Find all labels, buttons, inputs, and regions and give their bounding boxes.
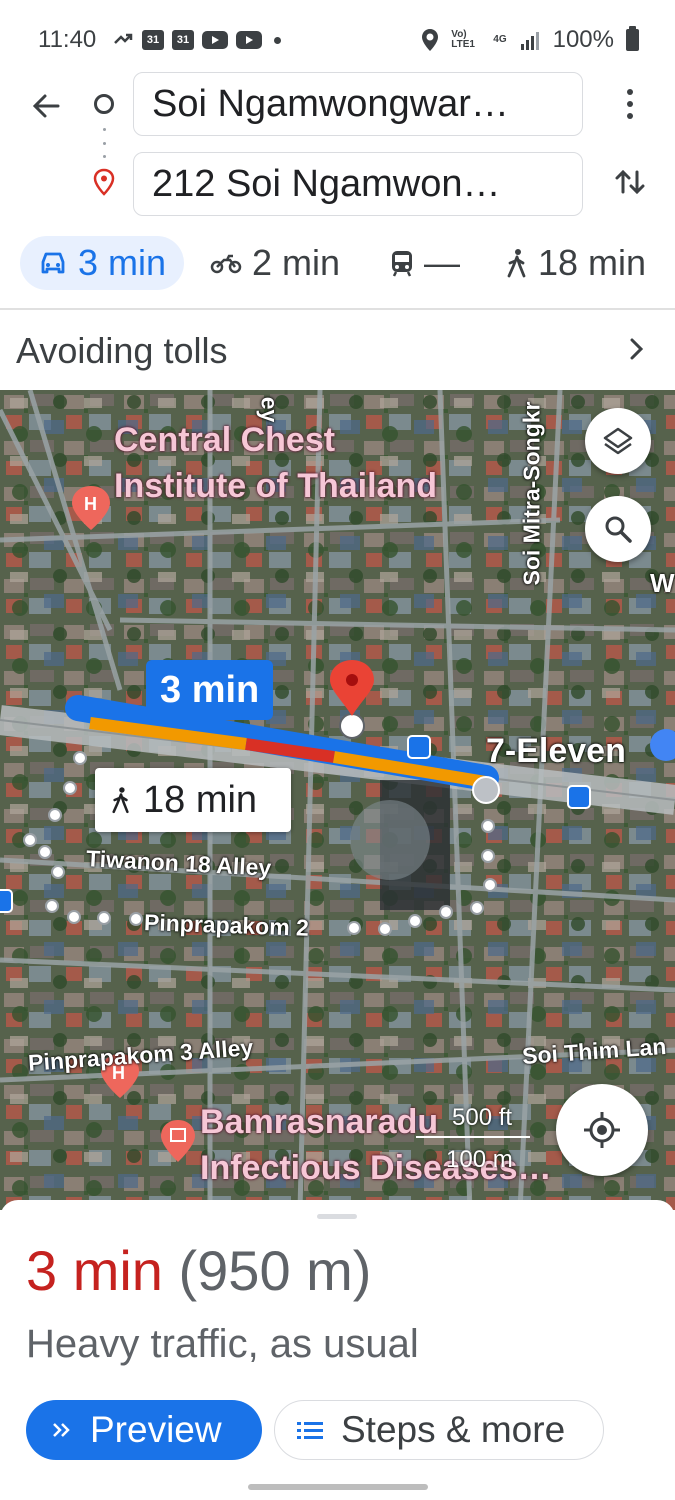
eta-summary: 3 min (950 m) bbox=[26, 1238, 371, 1303]
svg-text:H: H bbox=[84, 494, 97, 514]
tab-drive[interactable]: 3 min bbox=[20, 236, 185, 290]
preview-button[interactable]: Preview bbox=[26, 1400, 262, 1460]
eta-distance: (950 m) bbox=[178, 1239, 372, 1302]
layers-button[interactable] bbox=[585, 408, 651, 474]
location-icon bbox=[422, 29, 439, 51]
swap-button[interactable] bbox=[608, 160, 652, 204]
signal-icon bbox=[520, 32, 539, 50]
gesture-nav-bar[interactable] bbox=[248, 1484, 428, 1490]
layers-icon bbox=[603, 427, 633, 455]
poi-central-chest-line2[interactable]: Institute of Thailand bbox=[114, 464, 437, 508]
car-icon bbox=[41, 252, 65, 274]
map-view[interactable]: H H Central Chest Institute of Thailand … bbox=[0, 390, 675, 1210]
volte-indicator: Vo) LTE1 bbox=[451, 29, 475, 50]
status-time: 11:40 bbox=[38, 26, 97, 53]
walk-time-bubble[interactable]: 18 min bbox=[95, 768, 291, 832]
poi-bamrasnaradu-line1[interactable]: Bamrasnaradu bbox=[200, 1100, 438, 1144]
tab-walk-label: 18 min bbox=[538, 242, 647, 283]
tab-motorcycle[interactable]: 2 min bbox=[210, 236, 340, 290]
more-options-button[interactable] bbox=[612, 82, 648, 126]
steps-and-more-button[interactable]: Steps & more bbox=[274, 1400, 604, 1460]
notification-icons: 31 31 bbox=[112, 29, 281, 51]
tab-transit[interactable]: — bbox=[390, 236, 460, 290]
my-location-button[interactable] bbox=[556, 1084, 648, 1176]
poi-7-eleven[interactable]: 7-Eleven bbox=[486, 732, 626, 771]
avoid-tolls-label: Avoiding tolls bbox=[16, 330, 228, 371]
road-label-soi-mitra: Soi Mitra-Songkr bbox=[518, 401, 545, 586]
network-type: 4G bbox=[493, 34, 507, 45]
dot-icon bbox=[274, 36, 281, 44]
tab-walk[interactable]: 18 min bbox=[506, 236, 646, 290]
swap-vertical-icon bbox=[615, 169, 645, 195]
route-summary-sheet[interactable]: 3 min (950 m) Heavy traffic, as usual Pr… bbox=[0, 1200, 675, 1500]
road-label-pinprapakom-2: Pinprapakom 2 bbox=[143, 909, 310, 941]
tab-transit-label: — bbox=[424, 242, 460, 283]
my-location-icon bbox=[584, 1112, 620, 1148]
destination-pin-icon bbox=[92, 168, 116, 201]
travel-mode-tabs: 3 min 2 min — 18 min bbox=[0, 236, 675, 292]
back-button[interactable] bbox=[24, 84, 68, 128]
double-chevron-icon bbox=[53, 1423, 70, 1437]
chevron-right-icon bbox=[630, 338, 644, 360]
origin-circle-icon bbox=[94, 94, 114, 114]
scale-bar bbox=[416, 1136, 530, 1138]
road-label-w: W bbox=[650, 568, 675, 598]
list-icon bbox=[297, 1422, 323, 1439]
calendar-icon: 31 bbox=[142, 30, 164, 50]
search-icon bbox=[605, 516, 632, 543]
missed-call-icon bbox=[114, 33, 133, 44]
route-connector bbox=[102, 128, 106, 158]
walk-icon bbox=[112, 787, 129, 814]
destination-field[interactable]: 212 Soi Ngamwon… bbox=[133, 152, 583, 216]
youtube-icon bbox=[236, 31, 262, 49]
arrow-back-icon bbox=[32, 94, 60, 118]
walk-time-label: 18 min bbox=[143, 778, 258, 821]
eta-time: 3 min bbox=[26, 1239, 163, 1302]
transit-icon bbox=[392, 251, 412, 277]
motorcycle-icon bbox=[210, 254, 242, 274]
poi-central-chest-line1[interactable]: Central Chest bbox=[114, 418, 335, 462]
steps-label: Steps & more bbox=[341, 1409, 566, 1450]
traffic-status: Heavy traffic, as usual bbox=[26, 1322, 419, 1366]
tab-drive-label: 3 min bbox=[78, 242, 167, 283]
scale-m: 100 m bbox=[446, 1146, 513, 1173]
status-bar: 11:40 31 31 Vo) LTE1 4G 100% bbox=[0, 0, 675, 80]
road-label-ey: ey bbox=[256, 396, 283, 423]
preview-label: Preview bbox=[90, 1409, 222, 1450]
system-icons: Vo) LTE1 4G 100% bbox=[421, 26, 639, 54]
search-along-route-button[interactable] bbox=[585, 496, 651, 562]
sheet-drag-handle[interactable] bbox=[317, 1214, 357, 1219]
battery-percent: 100% bbox=[552, 26, 614, 53]
route-options-row[interactable]: Avoiding tolls bbox=[0, 310, 675, 390]
walk-icon bbox=[507, 249, 526, 278]
tab-motorcycle-label: 2 min bbox=[252, 242, 341, 283]
drive-time-bubble[interactable]: 3 min bbox=[146, 660, 274, 720]
calendar-icon: 31 bbox=[172, 30, 194, 50]
battery-icon bbox=[626, 26, 639, 51]
origin-field[interactable]: Soi Ngamwongwar… bbox=[133, 72, 583, 136]
youtube-icon bbox=[202, 31, 228, 49]
scale-ft: 500 ft bbox=[452, 1104, 513, 1131]
